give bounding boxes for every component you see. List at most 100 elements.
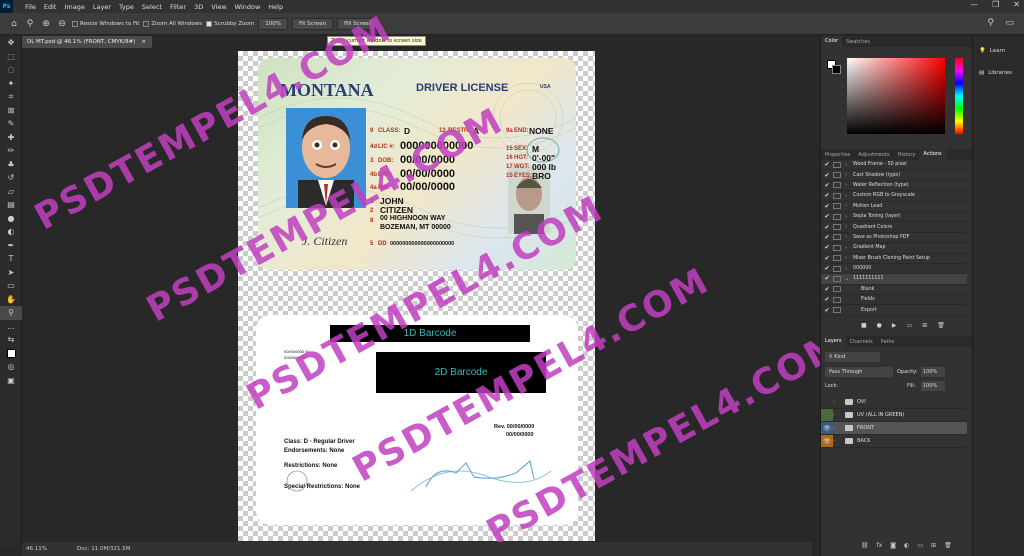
fill-input[interactable]: 100% (921, 381, 945, 391)
tab-adjustments[interactable]: Adjustments (854, 152, 893, 158)
menu-3d[interactable]: 3D (190, 3, 207, 11)
brush-tool-icon[interactable]: ✏ (0, 144, 22, 158)
scrubby-zoom-checkbox[interactable]: Scrubby Zoom (206, 20, 254, 27)
learn-button[interactable]: 💡 Learn (979, 48, 1005, 54)
crop-tool-icon[interactable]: ⌗ (0, 90, 22, 104)
action-row[interactable]: ✔ › Gradient Map (821, 243, 967, 254)
tab-layers[interactable]: Layers (821, 336, 846, 347)
folder-icon[interactable]: ▭ (917, 542, 923, 549)
action-row[interactable]: ✔ › Quadrant Colors (821, 222, 967, 233)
layer-row[interactable]: 👁 › FRONT (821, 422, 967, 435)
zoom-in-icon[interactable]: ⊕ (40, 19, 52, 29)
swap-colors-icon[interactable]: ⇆ (0, 333, 22, 347)
action-row[interactable]: ✔ › Water Reflection (type) (821, 181, 967, 192)
libraries-button[interactable]: ▤ Libraries (979, 70, 1012, 76)
type-tool-icon[interactable]: T (0, 252, 22, 266)
zoom-tool-icon[interactable]: ⚲ (24, 19, 36, 29)
eraser-icon[interactable]: ▱ (0, 185, 22, 199)
action-row[interactable]: ✔ › Wood Frame - 50 pixel (821, 160, 967, 171)
menu-image[interactable]: Image (60, 3, 88, 11)
record-icon[interactable]: ● (877, 322, 882, 329)
doc-size[interactable]: Doc: 11.0M/321.5M (77, 546, 131, 552)
tab-channels[interactable]: Channels (846, 339, 877, 345)
frame-tool-icon[interactable]: ⊠ (0, 104, 22, 118)
tab-properties[interactable]: Properties (821, 152, 854, 158)
zoom-level[interactable]: 46.11% (26, 546, 47, 552)
play-icon[interactable]: ▶ (892, 322, 897, 329)
action-row[interactable]: ✔ › Mixer Brush Cloning Paint Setup (821, 254, 967, 264)
pen-tool-icon[interactable]: ✒ (0, 239, 22, 253)
close-button[interactable]: ✕ (1013, 0, 1020, 9)
eye-icon[interactable]: 👁 (821, 422, 833, 434)
visibility-icon[interactable] (821, 396, 833, 408)
marquee-tool-icon[interactable]: ⬚ (0, 50, 22, 64)
search-icon[interactable]: ⚲ (987, 18, 994, 28)
action-row[interactable]: ✔ Fields (821, 295, 967, 306)
delete-icon[interactable]: 🗑 (937, 322, 945, 329)
trash-icon[interactable]: 🗑 (944, 542, 952, 549)
path-selection-icon[interactable]: ➤ (0, 266, 22, 280)
gradient-tool-icon[interactable]: ▤ (0, 198, 22, 212)
menu-help[interactable]: Help (264, 3, 287, 11)
adjustment-icon[interactable]: ◐ (904, 542, 909, 549)
new-action-icon[interactable]: ⊞ (922, 322, 927, 329)
layer-row[interactable]: 👁 › BACK (821, 435, 967, 448)
zoom-out-icon[interactable]: ⊖ (56, 19, 68, 29)
minimize-button[interactable]: — (970, 0, 978, 9)
resize-windows-checkbox[interactable]: Resize Windows to Fit (72, 20, 139, 27)
tab-color[interactable]: Color (821, 36, 843, 47)
new-layer-icon[interactable]: ⊞ (931, 542, 936, 549)
menu-filter[interactable]: Filter (166, 3, 190, 11)
zoom-all-windows-checkbox[interactable]: Zoom All Windows (143, 20, 202, 27)
hue-slider[interactable] (955, 58, 963, 134)
new-set-icon[interactable]: ▭ (907, 322, 913, 329)
rectangle-tool-icon[interactable]: ▭ (0, 279, 22, 293)
fx-icon[interactable]: fx (877, 542, 883, 549)
close-tab-icon[interactable]: × (141, 39, 146, 45)
action-row[interactable]: ✔ › Sepia Toning (layer) (821, 212, 967, 223)
opacity-input[interactable]: 100% (921, 367, 945, 377)
move-tool-icon[interactable]: ✥ (0, 36, 22, 50)
color-picker-field[interactable] (847, 58, 945, 134)
history-brush-icon[interactable]: ↺ (0, 171, 22, 185)
tab-paths[interactable]: Paths (877, 339, 899, 345)
magic-wand-icon[interactable]: ✦ (0, 77, 22, 91)
blur-tool-icon[interactable]: ● (0, 212, 22, 226)
menu-select[interactable]: Select (138, 3, 166, 11)
lasso-tool-icon[interactable]: ◌ (0, 63, 22, 77)
eyedropper-icon[interactable]: ✎ (0, 117, 22, 131)
stop-icon[interactable]: ■ (861, 322, 867, 329)
color-swatch-icon[interactable] (0, 347, 22, 361)
layer-row[interactable]: › OVI (821, 396, 967, 409)
dodge-tool-icon[interactable]: ◐ (0, 225, 22, 239)
menu-type[interactable]: Type (115, 3, 138, 11)
more-tools-icon[interactable]: … (0, 320, 22, 334)
tab-actions[interactable]: Actions (919, 149, 946, 160)
fit-screen-button[interactable]: Fit Screen (291, 17, 334, 30)
quick-mask-icon[interactable]: ◎ (0, 360, 22, 374)
blend-mode-select[interactable]: Pass Through (825, 367, 893, 377)
clone-stamp-icon[interactable]: ♣ (0, 158, 22, 172)
visibility-icon[interactable] (821, 409, 833, 421)
home-icon[interactable]: ⌂ (8, 19, 20, 29)
action-row[interactable]: ✔ Export (821, 305, 967, 316)
zoom-100-button[interactable]: 100% (258, 17, 288, 30)
action-row[interactable]: ✔ › Molten Lead (821, 202, 967, 212)
eye-icon[interactable]: 👁 (821, 435, 833, 447)
menu-window[interactable]: Window (231, 3, 265, 11)
action-row[interactable]: ✔ › 000000 (821, 264, 967, 275)
tab-history[interactable]: History (894, 152, 920, 158)
zoom-tool-icon[interactable]: ⚲ (0, 306, 22, 320)
action-row[interactable]: ✔ ⌄ 1111111111 (821, 274, 967, 285)
action-row[interactable]: ✔ › Save as Photoshop PDF (821, 233, 967, 244)
document-tab[interactable]: DL MT.psd @ 46.1% (FRONT, CMYK/8#) × (22, 36, 152, 48)
menu-layer[interactable]: Layer (89, 3, 115, 11)
healing-brush-icon[interactable]: ✚ (0, 131, 22, 145)
layer-row[interactable]: › UV (ALL IN GREEN) (821, 409, 967, 422)
hand-tool-icon[interactable]: ✋ (0, 293, 22, 307)
action-row[interactable]: ✔ › Cast Shadow (type) (821, 170, 967, 181)
menu-view[interactable]: View (207, 3, 230, 11)
background-color[interactable] (832, 65, 841, 74)
action-row[interactable]: ✔ Blank (821, 285, 967, 296)
tab-swatches[interactable]: Swatches (842, 39, 874, 45)
